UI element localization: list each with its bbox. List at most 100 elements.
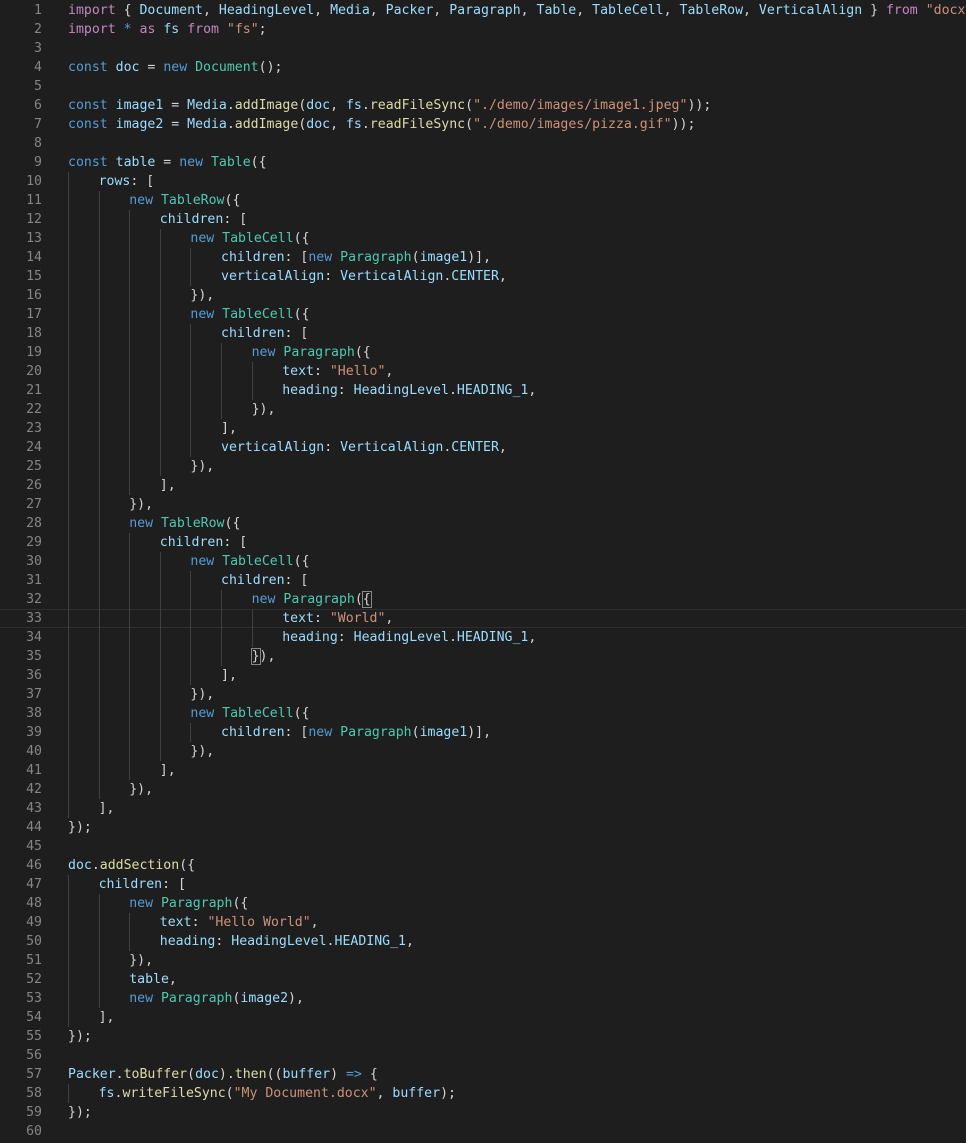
line-code[interactable]: const image1 = Media.addImage(doc, fs.re… bbox=[68, 96, 711, 115]
line-code[interactable]: text: "Hello World", bbox=[160, 913, 319, 932]
code-line[interactable]: 18 children: [ bbox=[0, 324, 966, 343]
code-line[interactable]: 1 import { Document, HeadingLevel, Media,… bbox=[0, 1, 966, 20]
line-code[interactable]: }), bbox=[129, 780, 153, 799]
code-line[interactable]: 47 children: [ bbox=[0, 875, 966, 894]
line-code[interactable]: new Paragraph(image2), bbox=[129, 989, 304, 1008]
line-code[interactable]: children: [ bbox=[99, 875, 186, 894]
line-code[interactable]: heading: HeadingLevel.HEADING_1, bbox=[282, 628, 536, 647]
code-line[interactable]: 45 bbox=[0, 837, 966, 856]
line-code[interactable]: }), bbox=[190, 457, 214, 476]
code-line[interactable]: 60 bbox=[0, 1122, 966, 1141]
line-code[interactable]: }), bbox=[190, 742, 214, 761]
code-line[interactable]: 55}); bbox=[0, 1027, 966, 1046]
code-line[interactable]: 50 heading: HeadingLevel.HEADING_1, bbox=[0, 932, 966, 951]
code-line[interactable]: 19 new Paragraph({ bbox=[0, 343, 966, 362]
code-line[interactable]: 26], bbox=[0, 476, 966, 495]
code-line[interactable]: 46 doc.addSection({ bbox=[0, 856, 966, 875]
code-line[interactable]: 58 fs.writeFileSync("My Document.docx", b… bbox=[0, 1084, 966, 1103]
line-code[interactable]: table, bbox=[129, 970, 177, 989]
code-line[interactable]: 21 heading: HeadingLevel.HEADING_1, bbox=[0, 381, 966, 400]
line-code[interactable]: heading: HeadingLevel.HEADING_1, bbox=[282, 381, 536, 400]
code-line[interactable]: 2 import * as fs from "fs"; bbox=[0, 20, 966, 39]
line-code[interactable]: ], bbox=[221, 419, 237, 438]
line-code[interactable]: new Paragraph({ bbox=[129, 894, 248, 913]
line-code[interactable]: new TableCell({ bbox=[190, 229, 309, 248]
line-code[interactable]: new Paragraph({ bbox=[252, 343, 371, 362]
code-line[interactable]: 35}), bbox=[0, 647, 966, 666]
code-line[interactable]: 3 bbox=[0, 39, 966, 58]
code-line[interactable]: 23], bbox=[0, 419, 966, 438]
code-line[interactable]: 49 text: "Hello World", bbox=[0, 913, 966, 932]
code-line[interactable]: 52 table, bbox=[0, 970, 966, 989]
line-code[interactable]: new TableRow({ bbox=[129, 191, 240, 210]
code-line[interactable]: 13 new TableCell({ bbox=[0, 229, 966, 248]
code-line[interactable]: 42}), bbox=[0, 780, 966, 799]
line-code[interactable]: verticalAlign: VerticalAlign.CENTER, bbox=[221, 438, 507, 457]
line-code[interactable]: fs.writeFileSync("My Document.docx", buf… bbox=[99, 1084, 456, 1103]
line-code[interactable]: Packer.toBuffer(doc).then((buffer) => { bbox=[68, 1065, 378, 1084]
code-line[interactable]: 5 bbox=[0, 77, 966, 96]
code-line[interactable]: 53 new Paragraph(image2), bbox=[0, 989, 966, 1008]
line-code[interactable]: new TableCell({ bbox=[190, 704, 309, 723]
code-line[interactable]: 8 bbox=[0, 134, 966, 153]
code-line[interactable]: 34 heading: HeadingLevel.HEADING_1, bbox=[0, 628, 966, 647]
line-code[interactable]: ], bbox=[160, 761, 176, 780]
code-line[interactable]: 41], bbox=[0, 761, 966, 780]
code-line[interactable]: 25}), bbox=[0, 457, 966, 476]
code-line[interactable]: 36], bbox=[0, 666, 966, 685]
line-code[interactable]: }); bbox=[68, 818, 92, 837]
line-code[interactable]: children: [new Paragraph(image1)], bbox=[221, 723, 491, 742]
line-code[interactable]: const doc = new Document(); bbox=[68, 58, 282, 77]
code-line[interactable]: 29 children: [ bbox=[0, 533, 966, 552]
line-code[interactable]: ], bbox=[221, 666, 237, 685]
line-code[interactable]: }), bbox=[250, 647, 275, 666]
code-line[interactable]: 9 const table = new Table({ bbox=[0, 153, 966, 172]
line-code[interactable]: import { Document, HeadingLevel, Media, … bbox=[68, 1, 966, 20]
code-line[interactable]: 30 new TableCell({ bbox=[0, 552, 966, 571]
line-code[interactable]: ], bbox=[99, 799, 115, 818]
code-line[interactable]: 27}), bbox=[0, 495, 966, 514]
code-editor[interactable]: 1 import { Document, HeadingLevel, Media,… bbox=[0, 0, 966, 1143]
line-code[interactable]: new Paragraph({ bbox=[252, 590, 372, 609]
line-code[interactable]: rows: [ bbox=[99, 172, 155, 191]
line-code[interactable]: }), bbox=[129, 951, 153, 970]
code-line[interactable]: 17 new TableCell({ bbox=[0, 305, 966, 324]
code-line[interactable]: 59}); bbox=[0, 1103, 966, 1122]
code-line[interactable]: 32 new Paragraph({ bbox=[0, 590, 966, 609]
line-code[interactable]: verticalAlign: VerticalAlign.CENTER, bbox=[221, 267, 507, 286]
code-line[interactable]: 31 children: [ bbox=[0, 571, 966, 590]
line-code[interactable]: new TableRow({ bbox=[129, 514, 240, 533]
line-code[interactable]: ], bbox=[99, 1008, 115, 1027]
line-code[interactable]: }), bbox=[252, 400, 276, 419]
code-line[interactable]: 12 children: [ bbox=[0, 210, 966, 229]
code-line[interactable]: 39 children: [new Paragraph(image1)], bbox=[0, 723, 966, 742]
line-code[interactable]: text: "World", bbox=[282, 609, 393, 628]
code-line[interactable]: 40}), bbox=[0, 742, 966, 761]
code-line[interactable]: 38 new TableCell({ bbox=[0, 704, 966, 723]
code-line[interactable]: 33 text: "World", bbox=[0, 609, 966, 628]
code-line[interactable]: 14 children: [new Paragraph(image1)], bbox=[0, 248, 966, 267]
line-code[interactable]: new TableCell({ bbox=[190, 305, 309, 324]
code-line[interactable]: 54], bbox=[0, 1008, 966, 1027]
line-code[interactable]: children: [new Paragraph(image1)], bbox=[221, 248, 491, 267]
code-line[interactable]: 43], bbox=[0, 799, 966, 818]
code-line[interactable]: 4 const doc = new Document(); bbox=[0, 58, 966, 77]
line-code[interactable]: }); bbox=[68, 1103, 92, 1122]
line-code[interactable]: import * as fs from "fs"; bbox=[68, 20, 267, 39]
line-code[interactable]: doc.addSection({ bbox=[68, 856, 195, 875]
line-code[interactable]: children: [ bbox=[221, 571, 308, 590]
code-line[interactable]: 57 Packer.toBuffer(doc).then((buffer) => … bbox=[0, 1065, 966, 1084]
code-line[interactable]: 28 new TableRow({ bbox=[0, 514, 966, 533]
code-line[interactable]: 48 new Paragraph({ bbox=[0, 894, 966, 913]
code-line[interactable]: 10 rows: [ bbox=[0, 172, 966, 191]
code-line[interactable]: 56 bbox=[0, 1046, 966, 1065]
code-line[interactable]: 20 text: "Hello", bbox=[0, 362, 966, 381]
code-line[interactable]: 15 verticalAlign: VerticalAlign.CENTER, bbox=[0, 267, 966, 286]
line-code[interactable]: }), bbox=[129, 495, 153, 514]
line-code[interactable]: }), bbox=[190, 286, 214, 305]
line-code[interactable]: text: "Hello", bbox=[282, 362, 393, 381]
line-code[interactable]: children: [ bbox=[160, 210, 247, 229]
line-code[interactable]: }); bbox=[68, 1027, 92, 1046]
code-line[interactable]: 11 new TableRow({ bbox=[0, 191, 966, 210]
line-code[interactable]: children: [ bbox=[221, 324, 308, 343]
